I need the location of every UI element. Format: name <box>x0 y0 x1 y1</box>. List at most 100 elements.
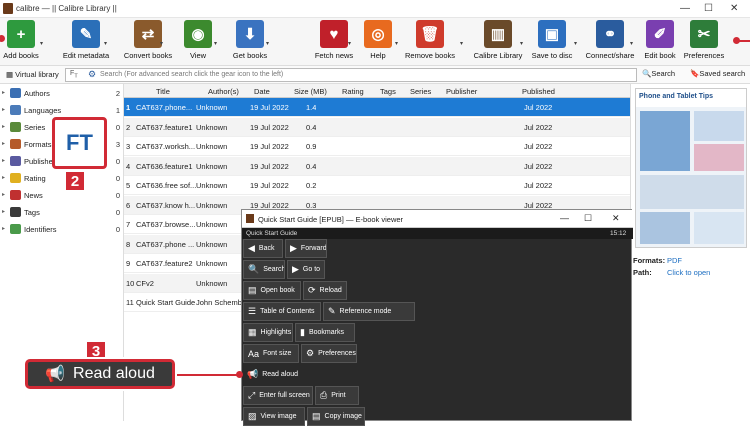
viewer-back-button[interactable]: ◀ Back <box>243 239 283 258</box>
expand-arrow-icon[interactable]: ▸ <box>2 157 5 164</box>
add-books-button[interactable]: + Add books <box>0 20 42 60</box>
convert-books-button[interactable]: ⇄ Convert books <box>120 20 176 60</box>
column-header-date[interactable]: Date <box>254 87 270 96</box>
expand-arrow-icon[interactable]: ▸ <box>2 123 5 130</box>
viewer-preferences-button[interactable]: ⚙ Preferences <box>301 344 357 363</box>
sidebar-item-label: News <box>24 191 43 200</box>
remove-books-button[interactable]: 🗑 Remove books <box>402 20 458 60</box>
toolbar-dropdown-arrow-icon[interactable]: ▾ <box>460 40 463 47</box>
viewer-table-of-contents-button[interactable]: ☰ Table of Contents <box>243 302 321 321</box>
book-cover[interactable]: Phone and Tablet Tips <box>635 88 747 248</box>
toolbar-dropdown-arrow-icon[interactable]: ▾ <box>104 40 107 47</box>
viewer-reference-mode-button[interactable]: ✎ Reference mode <box>323 302 415 321</box>
sidebar-item-tags[interactable]: ▸ Tags 0 <box>0 205 124 222</box>
viewer-view-image-button[interactable]: ▨ View image <box>243 407 305 426</box>
maximize-button[interactable]: ☐ <box>704 3 713 14</box>
viewer-button-label: Print <box>331 392 346 399</box>
preferences-label: Preferences <box>683 51 725 60</box>
expand-arrow-icon[interactable]: ▸ <box>2 140 5 147</box>
table-row[interactable]: 2 CAT637.feature1 Unknown 19 Jul 2022 0.4 Jul… <box>124 117 630 137</box>
expand-arrow-icon[interactable]: ▸ <box>2 225 5 232</box>
preferences-button[interactable]: ✂ Preferences <box>680 20 728 60</box>
viewer-open-book-button[interactable]: ▤ Open book <box>243 281 301 300</box>
viewer-table-of-contents-icon: ☰ <box>248 306 257 316</box>
table-row[interactable]: 4 CAT636.feature1 Unknown 19 Jul 2022 0.4 Jul… <box>124 156 630 176</box>
table-row[interactable]: 3 CAT637.worksh... Unknown 19 Jul 2022 0.9 Ju… <box>124 137 630 156</box>
toolbar-dropdown-arrow-icon[interactable]: ▾ <box>266 40 269 47</box>
sidebar-item-label: Tags <box>24 208 40 217</box>
viewer-forward-icon: ▶ <box>290 243 297 253</box>
column-header-rating[interactable]: Rating <box>342 87 364 96</box>
library-icon: ▥ <box>484 20 512 48</box>
window-title: calibre — || Calibre Library || <box>16 4 117 13</box>
viewer-forward-button[interactable]: ▶ Forward <box>285 239 327 258</box>
viewer-maximize-button[interactable]: ☐ <box>584 213 592 224</box>
sidebar-item-identifiers[interactable]: ▸ Identifiers 0 <box>0 222 124 239</box>
saved-search-button[interactable]: 🔖Saved search <box>690 69 745 78</box>
viewer-read-aloud-button[interactable]: 📢 Read aloud <box>243 365 303 384</box>
toolbar-dropdown-arrow-icon[interactable]: ▾ <box>214 40 217 47</box>
viewer-minimize-button[interactable]: — <box>560 213 569 223</box>
expand-arrow-icon[interactable]: ▸ <box>2 174 5 181</box>
column-header-series[interactable]: Series <box>410 87 431 96</box>
toolbar-dropdown-arrow-icon[interactable]: ▾ <box>630 40 633 47</box>
connect-share-button[interactable]: ⚭ Connect/share <box>584 20 636 60</box>
viewer-print-button[interactable]: ⎙ Print <box>315 386 359 405</box>
search-button[interactable]: 🔍Search <box>642 69 675 78</box>
viewer-search-button[interactable]: 🔍 Search <box>243 260 285 279</box>
column-header-sizemb[interactable]: Size (MB) <box>294 87 327 96</box>
formats-value-link[interactable]: PDF <box>667 256 682 265</box>
toolbar-dropdown-arrow-icon[interactable]: ▾ <box>395 40 398 47</box>
authors-icon <box>10 88 21 98</box>
preferences-tools-icon: ✂ <box>690 20 718 48</box>
toolbar-dropdown-arrow-icon[interactable]: ▾ <box>348 40 351 47</box>
ft-search-icon[interactable]: FT <box>70 70 78 79</box>
viewer-close-button[interactable]: ✕ <box>612 213 620 224</box>
viewer-reload-button[interactable]: ⟳ Reload <box>303 281 347 300</box>
viewer-copy-image-button[interactable]: ▤ Copy image <box>307 407 365 426</box>
sidebar-item-news[interactable]: ▸ News 0 <box>0 188 124 205</box>
virtual-library-icon: ▦ <box>6 70 16 79</box>
viewer-title: Quick Start Guide [EPUB] — E-book viewer <box>258 215 404 224</box>
calibre-library-button[interactable]: ▥ Calibre Library <box>468 20 528 60</box>
expand-arrow-icon[interactable]: ▸ <box>2 89 5 96</box>
rating-icon <box>10 173 21 183</box>
sidebar-item-rating[interactable]: ▸ Rating 0 <box>0 171 124 188</box>
gear-icon[interactable]: ⚙ <box>88 69 96 80</box>
minimize-button[interactable]: — <box>680 3 690 14</box>
bookmark-icon: 🔖 <box>690 69 700 78</box>
toolbar-dropdown-arrow-icon[interactable]: ▾ <box>40 40 43 47</box>
viewer-highlights-button[interactable]: ▦ Highlights <box>243 323 293 342</box>
viewer-bookmarks-button[interactable]: ▮ Bookmarks <box>295 323 355 342</box>
sidebar-item-label: Identifiers <box>24 225 57 234</box>
column-header-tags[interactable]: Tags <box>380 87 396 96</box>
help-button[interactable]: ◎ Help <box>360 20 396 60</box>
viewer-enter-full-screen-button[interactable]: ⤢ Enter full screen <box>243 386 313 405</box>
edit-book-button[interactable]: ✐ Edit book <box>640 20 680 60</box>
table-row[interactable]: 5 CAT636.free sof... Unknown 19 Jul 2022 0.2… <box>124 176 630 195</box>
column-header-publisher[interactable]: Publisher <box>446 87 477 96</box>
expand-arrow-icon[interactable]: ▸ <box>2 191 5 198</box>
column-header-title[interactable]: Title <box>156 87 170 96</box>
fetch-news-button[interactable]: ♥ Fetch news <box>308 20 360 60</box>
column-header-authors[interactable]: Author(s) <box>208 87 239 96</box>
sidebar-item-authors[interactable]: ▸ Authors 2 <box>0 86 124 103</box>
cell-n: 7 <box>126 220 131 229</box>
expand-arrow-icon[interactable]: ▸ <box>2 106 5 113</box>
toolbar-dropdown-arrow-icon[interactable]: ▾ <box>520 40 523 47</box>
expand-arrow-icon[interactable]: ▸ <box>2 208 5 215</box>
column-header-published[interactable]: Published <box>522 87 555 96</box>
path-link[interactable]: Click to open <box>667 268 710 277</box>
search-input[interactable]: Search (For advanced search click the ge… <box>65 68 637 82</box>
viewer-go-to-button[interactable]: ▶ Go to <box>287 260 325 279</box>
cell-date: 19 Jul 2022 <box>250 142 289 151</box>
toolbar-dropdown-arrow-icon[interactable]: ▾ <box>574 40 577 47</box>
sidebar-item-label: Publisher <box>24 157 56 166</box>
toolbar-dropdown-arrow-icon[interactable]: ▾ <box>160 40 163 47</box>
virtual-library-button[interactable]: ▦ Virtual library <box>2 69 63 82</box>
save-to-disc-button[interactable]: ▣ Save to disc <box>530 20 574 60</box>
table-row[interactable]: 1 CAT637.phone... Unknown 19 Jul 2022 1.4 Jul… <box>124 98 630 117</box>
viewer-font-size-button[interactable]: Aa Font size <box>243 344 299 363</box>
view-button[interactable]: ◉ View <box>180 20 216 60</box>
close-button[interactable]: ✕ <box>730 3 738 14</box>
